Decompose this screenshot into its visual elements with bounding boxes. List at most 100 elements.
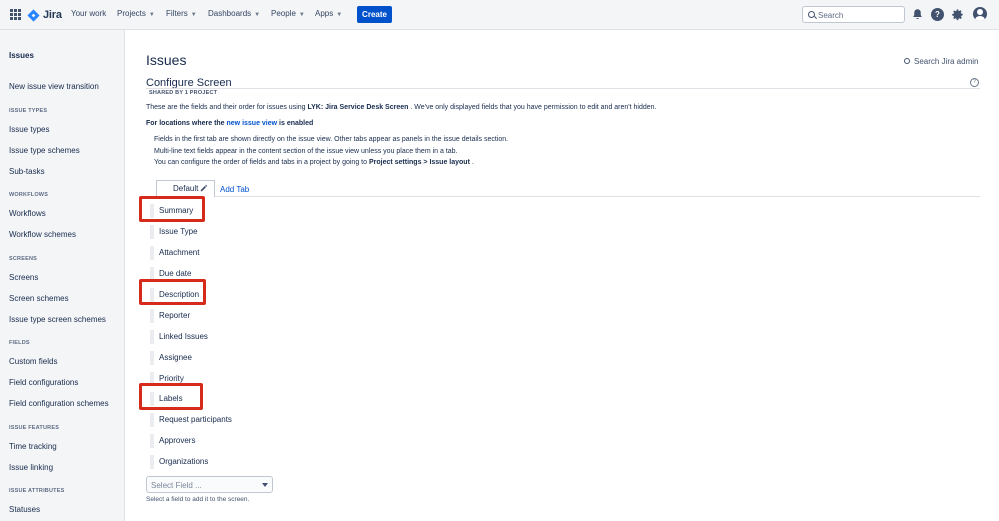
- search-jira-admin-label: Search Jira admin: [914, 57, 979, 66]
- highlight-box-summary: [139, 196, 205, 222]
- sidebar-title: Issues: [9, 51, 34, 60]
- field-label: Organizations: [159, 457, 209, 466]
- search-icon: [904, 58, 910, 64]
- info-line-3-suffix: .: [469, 159, 474, 166]
- field-row-linked-issues[interactable]: Linked Issues: [150, 328, 390, 345]
- help-icon[interactable]: ?: [970, 78, 979, 87]
- description-prefix: These are the fields and their order for…: [146, 104, 308, 111]
- drag-handle-icon[interactable]: [150, 434, 154, 448]
- settings-gear-icon[interactable]: [951, 8, 964, 21]
- field-row-reporter[interactable]: Reporter: [150, 307, 390, 324]
- nav-projects-label: Projects: [117, 9, 146, 18]
- jira-logo-icon: [27, 8, 40, 22]
- sidebar-item-field-configuration-schemes[interactable]: Field configuration schemes: [9, 399, 109, 408]
- sidebar-item-custom-fields[interactable]: Custom fields: [9, 357, 57, 366]
- nav-dashboards-label: Dashboards: [208, 9, 252, 18]
- nav-people[interactable]: People ▼: [271, 9, 305, 18]
- sidebar-item-field-configurations[interactable]: Field configurations: [9, 378, 78, 387]
- chevron-down-icon: ▼: [336, 12, 343, 18]
- nav-your-work-label: Your work: [71, 9, 107, 18]
- locations-prefix: For locations where the: [146, 120, 227, 127]
- sidebar-item-screen-schemes[interactable]: Screen schemes: [9, 294, 69, 303]
- sidebar-item-issue-type-screen-schemes[interactable]: Issue type screen schemes: [9, 315, 106, 324]
- drag-handle-icon[interactable]: [150, 309, 154, 323]
- drag-handle-icon[interactable]: [150, 246, 154, 260]
- sidebar-item-time-tracking[interactable]: Time tracking: [9, 442, 57, 451]
- locations-suffix: is enabled: [277, 120, 314, 127]
- select-field-input[interactable]: [151, 479, 256, 491]
- search-jira-admin-link[interactable]: Search Jira admin: [904, 57, 978, 66]
- chevron-down-icon: ▼: [148, 12, 155, 18]
- nav-apps[interactable]: Apps ▼: [315, 9, 342, 18]
- top-navigation-bar: Jira Your work Projects ▼ Filters ▼ Dashbo…: [0, 0, 999, 30]
- nav-your-work[interactable]: Your work: [71, 9, 106, 18]
- select-field-dropdown[interactable]: [146, 476, 273, 493]
- page-title: Issues: [146, 52, 187, 68]
- jira-logo-text: Jira: [43, 9, 62, 21]
- jira-logo[interactable]: Jira: [27, 7, 62, 23]
- screen-description: These are the fields and their order for…: [146, 104, 657, 111]
- field-row-issue-type[interactable]: Issue Type: [150, 223, 390, 240]
- global-search-input[interactable]: [818, 9, 902, 21]
- global-search-box[interactable]: [802, 6, 905, 23]
- heading-divider: [146, 88, 980, 89]
- drag-handle-icon[interactable]: [150, 455, 154, 469]
- field-row-attachment[interactable]: Attachment: [150, 244, 390, 261]
- nav-filters[interactable]: Filters ▼: [166, 9, 197, 18]
- field-row-assignee[interactable]: Assignee: [150, 349, 390, 366]
- drag-handle-icon[interactable]: [150, 413, 154, 427]
- sidebar-item-statuses[interactable]: Statuses: [9, 505, 40, 514]
- edit-pencil-icon[interactable]: [200, 184, 208, 192]
- nav-dashboards[interactable]: Dashboards ▼: [208, 9, 260, 18]
- sidebar-item-new-issue-view-transition[interactable]: New issue view transition: [9, 82, 99, 91]
- sidebar-item-issue-types[interactable]: Issue types: [9, 125, 49, 134]
- nav-people-label: People: [271, 9, 296, 18]
- notifications-bell-icon[interactable]: [911, 8, 924, 21]
- new-issue-view-note: For locations where the new issue view i…: [146, 120, 313, 127]
- shared-by-projects-lozenge[interactable]: SHARED BY 1 PROJECT: [149, 90, 217, 96]
- sidebar-heading-issue-attributes: ISSUE ATTRIBUTES: [9, 488, 65, 494]
- sidebar-heading-screens: SCREENS: [9, 256, 37, 262]
- chevron-down-icon[interactable]: [262, 483, 268, 487]
- field-label: Attachment: [159, 248, 200, 257]
- info-line-3: You can configure the order of fields an…: [154, 159, 474, 166]
- drag-handle-icon[interactable]: [150, 330, 154, 344]
- user-avatar-icon[interactable]: [973, 7, 987, 21]
- field-label: Linked Issues: [159, 332, 208, 341]
- sidebar-heading-issue-types: ISSUE TYPES: [9, 108, 48, 114]
- field-row-request-participants[interactable]: Request participants: [150, 411, 390, 428]
- sidebar-item-workflows[interactable]: Workflows: [9, 209, 46, 218]
- chevron-down-icon: ▼: [298, 12, 305, 18]
- field-row-approvers[interactable]: Approvers: [150, 432, 390, 449]
- screen-name: LYK: Jira Service Desk Screen: [307, 104, 409, 111]
- tab-bar-divider: [146, 196, 980, 197]
- field-label: Assignee: [159, 353, 192, 362]
- help-icon[interactable]: ?: [931, 8, 944, 21]
- drag-handle-icon[interactable]: [150, 225, 154, 239]
- sidebar-item-issue-type-schemes[interactable]: Issue type schemes: [9, 146, 80, 155]
- highlight-box-labels: [139, 383, 203, 410]
- field-label: Due date: [159, 269, 192, 278]
- chevron-down-icon: ▼: [254, 12, 261, 18]
- new-issue-view-link[interactable]: new issue view: [227, 120, 278, 127]
- info-line-3-prefix: You can configure the order of fields an…: [154, 159, 369, 166]
- info-line-1: Fields in the first tab are shown direct…: [154, 136, 509, 143]
- search-icon: [808, 11, 815, 18]
- add-tab-link[interactable]: Add Tab: [220, 185, 249, 194]
- sidebar-item-sub-tasks[interactable]: Sub-tasks: [9, 167, 45, 176]
- sidebar-heading-workflows: WORKFLOWS: [9, 192, 49, 198]
- sidebar-item-workflow-schemes[interactable]: Workflow schemes: [9, 230, 76, 239]
- sidebar-item-screens[interactable]: Screens: [9, 273, 38, 282]
- drag-handle-icon[interactable]: [150, 351, 154, 365]
- field-label: Reporter: [159, 311, 191, 320]
- field-row-organizations[interactable]: Organizations: [150, 453, 390, 470]
- admin-sidebar: Issues New issue view transition ISSUE T…: [0, 30, 125, 521]
- nav-projects[interactable]: Projects ▼: [117, 9, 155, 18]
- tab-default[interactable]: Default: [156, 180, 215, 197]
- description-suffix: . We've only displayed fields that you h…: [408, 104, 657, 111]
- app-switcher-icon[interactable]: [10, 9, 21, 20]
- sidebar-item-issue-linking[interactable]: Issue linking: [9, 463, 53, 472]
- create-button[interactable]: Create: [357, 6, 392, 23]
- field-label: Priority: [159, 374, 184, 383]
- select-field-hint: Select a field to add it to the screen.: [146, 496, 250, 503]
